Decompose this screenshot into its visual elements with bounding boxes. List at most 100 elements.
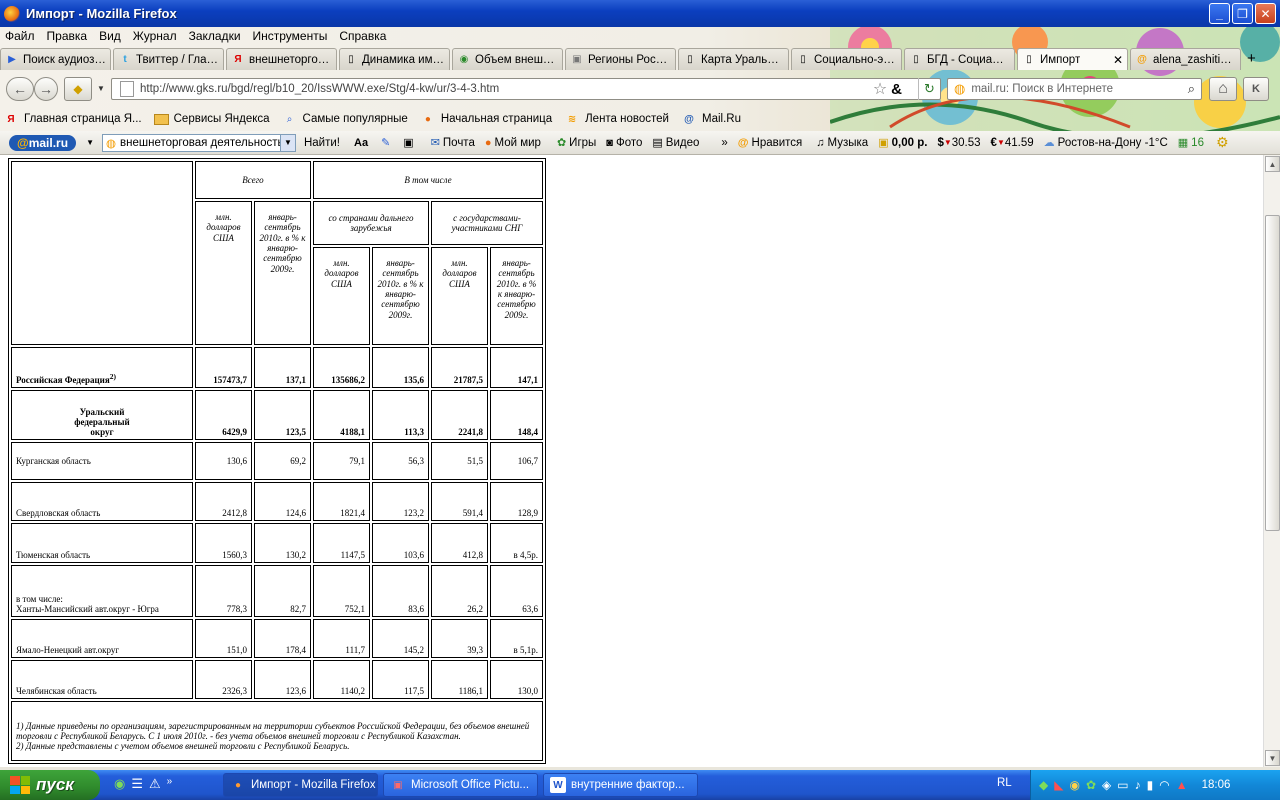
bookmark-mailru[interactable]: @ Mail.Ru	[681, 112, 741, 126]
utorrent-icon[interactable]: ◉	[114, 776, 125, 792]
mailru-search-input[interactable]: внешнеторговая деятельность	[116, 137, 280, 149]
scroll-up-button[interactable]: ▲	[1265, 156, 1280, 172]
scroll-down-button[interactable]: ▼	[1265, 750, 1280, 766]
vertical-scrollbar[interactable]: ▲ ▼	[1263, 155, 1280, 767]
recycle-icon[interactable]: ⚠	[149, 776, 161, 792]
monitor-icon[interactable]: ▭	[1117, 778, 1128, 792]
balance-display[interactable]: ▣ 0,00 р.	[878, 136, 927, 150]
task-office-picture[interactable]: ▣ Microsoft Office Pictu...	[383, 773, 538, 797]
home-button[interactable]: ⌂	[1209, 77, 1237, 101]
mail-button[interactable]: ✉ Почта	[431, 136, 475, 150]
search-bar[interactable]: ◍ mail.ru: Поиск в Интернете ⌕	[947, 78, 1202, 100]
start-button[interactable]: пуск	[0, 770, 100, 800]
forward-button[interactable]: →	[34, 77, 58, 101]
language-indicator[interactable]: RL	[997, 777, 1012, 789]
mailru-logo[interactable]: @mail.ru	[9, 134, 77, 151]
addon-button[interactable]: ◆	[64, 77, 92, 101]
eur-rate[interactable]: € ▼ 41.59	[991, 137, 1034, 149]
task-firefox[interactable]: ● Импорт - Mozilla Firefox	[223, 773, 378, 797]
maximize-button[interactable]: ❐	[1232, 3, 1253, 24]
tab-socio-economic[interactable]: ▯ Социально-эко...	[791, 48, 902, 70]
tab-audio-search[interactable]: ▶ Поиск аудиоза...	[0, 48, 111, 70]
star-icon[interactable]: ☆	[873, 79, 887, 99]
tab-bgd-social[interactable]: ▯ БГД - Социаль...	[904, 48, 1015, 70]
likes-button[interactable]: @ Нравится	[738, 137, 802, 149]
table-row: Уральский федеральный округ 6429,9 123,5…	[11, 390, 543, 440]
ampersand-icon[interactable]: &	[891, 81, 902, 98]
tab-yandex-search[interactable]: Явнешнеторгов...	[226, 48, 337, 70]
minimize-button[interactable]: _	[1209, 3, 1230, 24]
chevron-down-icon[interactable]: ▼	[97, 84, 105, 93]
chevron-right-icon[interactable]: »	[167, 776, 173, 792]
weather-display[interactable]: ☁ Ростов-на-Дону -1°C	[1044, 136, 1168, 150]
menu-help[interactable]: Справка	[339, 29, 386, 43]
wifi-icon[interactable]: ◠	[1159, 778, 1169, 792]
cell-value: 4188,1	[313, 390, 370, 440]
camera-icon: ◙	[606, 136, 613, 149]
url-input[interactable]: http://www.gks.ru/bgd/regl/b10_20/IssWWW…	[140, 83, 873, 95]
tab-russia-regions[interactable]: ▣ Регионы России	[565, 48, 676, 70]
yandex-icon: Я	[7, 113, 15, 125]
bookmark-start-page[interactable]: ● Начальная страница	[420, 112, 552, 126]
tab-foreign-trade-volume[interactable]: ◉ Объем внешне...	[452, 48, 563, 70]
k-button[interactable]: K	[1243, 77, 1269, 101]
url-bar[interactable]: http://www.gks.ru/bgd/regl/b10_20/IssWWW…	[111, 78, 941, 100]
myworld-button[interactable]: ● Мой мир	[485, 137, 541, 149]
search-engine-icon[interactable]: ◍	[954, 81, 965, 97]
mailru-find-button[interactable]: Найти!	[304, 137, 340, 149]
settings-button[interactable]: ⚙	[1216, 134, 1232, 151]
reload-button[interactable]: ↻	[918, 78, 940, 100]
menu-edit[interactable]: Правка	[47, 29, 88, 43]
music-button[interactable]: ♫ Музыка	[816, 137, 868, 149]
bookmark-yandex-home[interactable]: Я Главная страница Я...	[3, 112, 141, 126]
menu-bookmarks[interactable]: Закладки	[189, 29, 241, 43]
pdf-icon[interactable]: ◣	[1054, 778, 1063, 792]
photo-button[interactable]: ◙ Фото	[606, 137, 642, 149]
search-input[interactable]: mail.ru: Поиск в Интернете	[971, 83, 1187, 95]
chevron-down-icon[interactable]: ▼	[279, 134, 295, 151]
row-name: Челябинская область	[11, 660, 193, 699]
zoom-button[interactable]: ▣	[403, 136, 416, 149]
menu-tools[interactable]: Инструменты	[253, 29, 328, 43]
back-button[interactable]: ←	[6, 77, 34, 101]
cell-value: 1186,1	[431, 660, 488, 699]
bookmark-news-feed[interactable]: ≋ Лента новостей	[564, 112, 669, 126]
bookmark-yandex-services[interactable]: Сервисы Яндекса	[153, 113, 270, 125]
antivirus-icon[interactable]: ◉	[1069, 778, 1079, 792]
more-button[interactable]: »	[721, 137, 727, 149]
tab-twitter[interactable]: t Твиттер / Глав...	[113, 48, 224, 70]
tab-import[interactable]: ▯ Импорт ✕	[1017, 48, 1128, 70]
tab-mail[interactable]: @ alena_zashitina...	[1130, 48, 1241, 70]
menu-view[interactable]: Вид	[99, 29, 121, 43]
search-icon[interactable]: ⌕	[1188, 81, 1195, 97]
new-tab-button[interactable]: +	[1247, 48, 1256, 71]
tab-import-dynamics[interactable]: ▯ Динамика имп...	[339, 48, 450, 70]
bookmark-most-popular[interactable]: ⌕ Самые популярные	[282, 112, 408, 126]
games-button[interactable]: ✿ Игры	[557, 136, 596, 150]
usd-rate[interactable]: $ ▼ 30.53	[937, 137, 980, 149]
video-button[interactable]: ▤ Видео	[652, 136, 699, 150]
volume-icon[interactable]: ♪	[1135, 778, 1141, 792]
tab-close-icon[interactable]: ✕	[1109, 53, 1123, 67]
clock[interactable]: 18:06	[1202, 779, 1231, 791]
battery-icon[interactable]: ▮	[1147, 778, 1154, 792]
chevron-down-icon[interactable]: ▼	[86, 138, 94, 147]
safely-remove-icon[interactable]: ▲	[1176, 778, 1188, 792]
menu-history[interactable]: Журнал	[133, 29, 177, 43]
highlight-button[interactable]: ✎	[381, 136, 393, 149]
menu-file[interactable]: Файл	[5, 29, 35, 43]
scroll-thumb[interactable]	[1265, 215, 1280, 531]
icq-icon[interactable]: ✿	[1086, 778, 1096, 792]
windows-taskbar: пуск ◉ ☰ ⚠ » ● Импорт - Mozilla Firefox …	[0, 770, 1280, 800]
mailru-search-combo[interactable]: ◍ внешнеторговая деятельность ▼	[101, 133, 296, 152]
close-button[interactable]: ✕	[1255, 3, 1276, 24]
cell-value: 1821,4	[313, 482, 370, 521]
notifications-count[interactable]: ▦ 16	[1178, 136, 1204, 150]
text-size-button[interactable]: Aa	[354, 137, 371, 149]
tab-ural-map[interactable]: ▯ Карта Уральск...	[678, 48, 789, 70]
task-word-document[interactable]: W внутренние фактор...	[543, 773, 698, 797]
cell-value: 39,3	[431, 619, 488, 658]
network-icon[interactable]: ◆	[1039, 778, 1048, 792]
list-icon[interactable]: ☰	[131, 776, 143, 792]
shield-icon[interactable]: ◈	[1102, 778, 1111, 792]
